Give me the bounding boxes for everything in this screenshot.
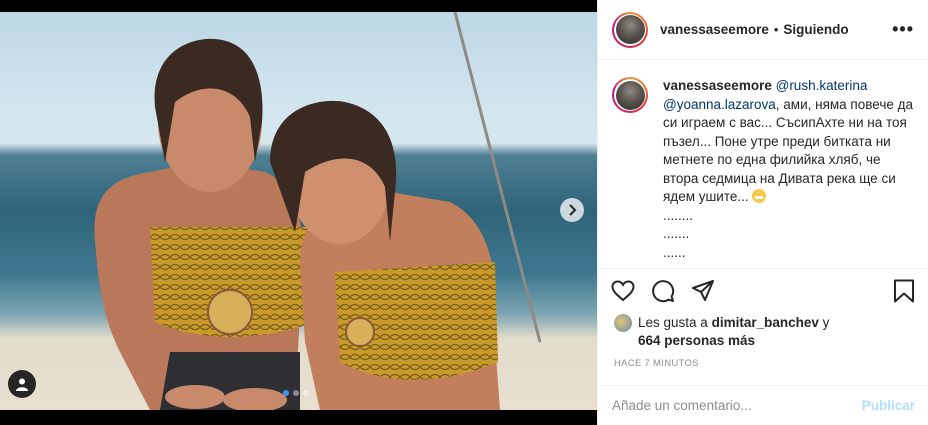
comment-button[interactable] (650, 278, 676, 304)
liker-username[interactable]: dimitar_banchev (712, 314, 819, 332)
header-separator: • (773, 22, 779, 37)
caption-avatar[interactable] (612, 77, 648, 113)
comment-icon (652, 279, 675, 302)
post-photo (0, 12, 597, 410)
caption: vanessaseemore @rush.katerina @yoanna.la… (612, 77, 915, 262)
heart-icon (611, 279, 635, 301)
carousel-dot (303, 390, 309, 396)
mention-link[interactable]: @rush.katerina (776, 78, 868, 93)
right-logo (345, 317, 375, 347)
likes-count[interactable]: 664 personas más (638, 332, 914, 350)
chevron-right-icon (569, 204, 577, 216)
post-media[interactable] (0, 0, 597, 425)
next-slide-button[interactable] (560, 198, 584, 222)
user-tag-icon (16, 378, 28, 391)
caption-ellipsis: ........ (663, 207, 694, 223)
mention-link[interactable]: @yoanna.lazarova (663, 97, 776, 112)
header-username[interactable]: vanessaseemore (660, 22, 769, 37)
share-icon (692, 279, 714, 301)
share-button[interactable] (690, 278, 716, 304)
likes-connector: y (822, 315, 830, 330)
carousel-dot (293, 390, 299, 396)
user-tags-button[interactable] (8, 370, 36, 398)
caption-body: , ами, няма повече да си играем с вас...… (663, 96, 913, 205)
following-button[interactable]: Siguiendo (783, 22, 848, 37)
publish-button[interactable]: Publicar (862, 398, 915, 413)
comment-form: Publicar (598, 385, 928, 425)
comment-input[interactable] (612, 398, 862, 413)
avatar-image (615, 80, 645, 110)
post-header: vanessaseemore • Siguiendo ••• (598, 0, 928, 60)
grinning-emoji-icon (752, 189, 767, 203)
avatar-image (615, 15, 645, 44)
likes-summary: Les gusta a dimitar_banchev y 664 person… (614, 314, 914, 350)
more-icon[interactable]: ••• (892, 19, 914, 40)
caption-area: vanessaseemore @rush.katerina @yoanna.la… (598, 61, 928, 267)
post-side-panel: vanessaseemore • Siguiendo ••• vanessase… (597, 0, 928, 425)
liker-avatar[interactable] (614, 314, 632, 332)
carousel-indicator (283, 390, 309, 396)
likes-prefix: Les gusta a (638, 315, 708, 330)
caption-ellipsis: ....... (663, 226, 690, 241)
avatar[interactable] (612, 11, 648, 48)
photo-illustration (94, 12, 542, 410)
carousel-dot (283, 390, 289, 396)
caption-ellipsis: ...... (663, 244, 686, 260)
caption-text: vanessaseemore @rush.katerina @yoanna.la… (663, 77, 913, 262)
save-button[interactable] (891, 278, 917, 304)
action-bar (598, 268, 928, 312)
post-timestamp[interactable]: HACE 7 MINUTOS (614, 358, 699, 369)
like-button[interactable] (610, 278, 636, 304)
caption-username[interactable]: vanessaseemore (663, 78, 772, 93)
left-logo (207, 289, 253, 335)
bookmark-icon (894, 279, 914, 302)
